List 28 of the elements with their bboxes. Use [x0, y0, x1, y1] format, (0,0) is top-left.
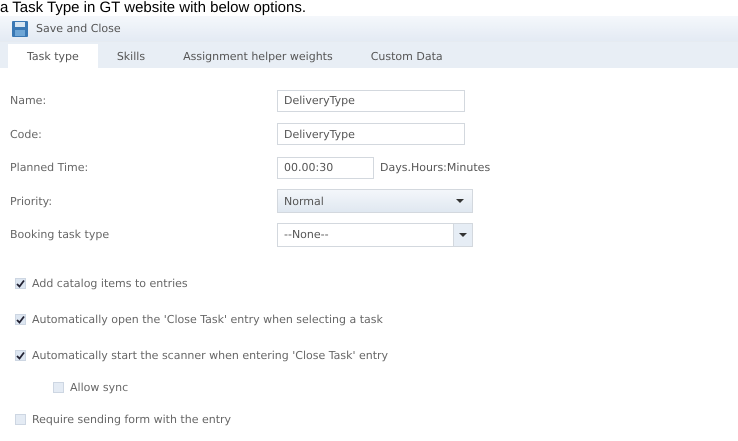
checkbox-label: Require sending form with the entry — [32, 413, 232, 426]
field-label: Code: — [10, 128, 43, 141]
tab[interactable]: Assignment helper weights — [164, 44, 352, 68]
field-label: Priority: — [10, 194, 54, 208]
tab[interactable]: Custom Data — [352, 44, 462, 68]
dropdown[interactable]: --None-- — [277, 222, 473, 247]
input-field[interactable]: DeliveryType — [277, 90, 465, 112]
time-field[interactable]: 00.00:30 — [277, 156, 374, 179]
checkbox[interactable] — [15, 350, 26, 361]
caret-icon — [456, 199, 464, 204]
checkbox-label: Allow sync — [70, 381, 128, 394]
field-label: Planned Time: — [10, 161, 90, 174]
field-label: Name: — [10, 94, 48, 108]
unit-text: Days.Hours:Minutes — [380, 161, 490, 174]
input-field[interactable]: DeliveryType — [277, 123, 465, 146]
tab[interactable]: Skills — [98, 44, 164, 68]
save-and-close-button[interactable]: Save and Close — [12, 20, 121, 36]
caption-text: a Task Type in GT website with below options. — [0, 0, 307, 16]
checkbox-label: Automatically open the 'Close Task' entry when selecting a task — [32, 313, 383, 326]
tab[interactable]: Task type — [8, 44, 98, 68]
checkbox[interactable] — [15, 278, 26, 289]
dropdown[interactable]: Normal — [277, 189, 473, 214]
field-label: Booking task type — [10, 228, 110, 242]
caret-icon — [459, 232, 467, 237]
checkbox-label: Automatically start the scanner when entering 'Close Task' entry — [32, 349, 388, 362]
checkbox[interactable] — [15, 314, 26, 325]
checkbox-label: Add catalog items to entries — [32, 277, 188, 290]
save-icon — [12, 20, 28, 36]
